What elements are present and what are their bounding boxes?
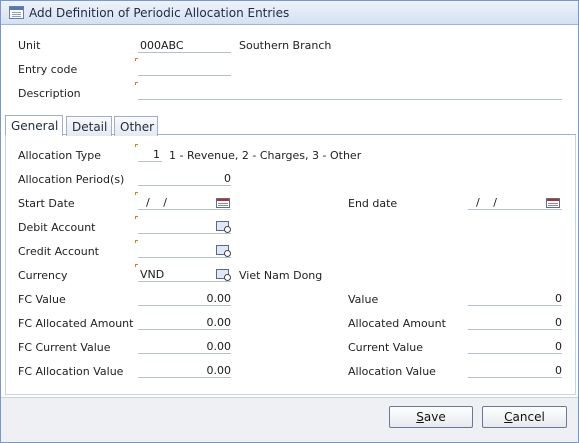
calendar-icon[interactable] [216,198,230,208]
end-date-label: End date [348,197,398,210]
allocation-type-field[interactable]: 1 [138,148,162,162]
required-marker [135,240,138,243]
current-value-label: Current Value [348,341,424,354]
fc-allocation-value-field[interactable]: 0.00 [138,364,231,378]
current-value-value: 0 [555,340,562,353]
allocation-value-label: Allocation Value [348,365,436,378]
allocated-amount-field[interactable]: 0 [468,316,562,330]
value-value: 0 [555,292,562,305]
start-date-value: / / [146,196,172,209]
save-accel: S [416,410,424,424]
unit-label: Unit [18,39,41,52]
allocation-periods-label: Allocation Period(s) [18,173,125,186]
required-marker [135,58,138,61]
fc-value-field[interactable]: 0.00 [138,292,231,306]
cancel-rest: ancel [512,410,545,424]
allocation-type-label: Allocation Type [18,149,101,162]
allocation-value-field[interactable]: 0 [468,364,562,378]
button-bar: Save Cancel [1,397,578,442]
description-label: Description [18,87,81,100]
lookup-icon[interactable] [216,221,231,233]
unit-value: 000ABC [140,39,184,52]
value-field[interactable]: 0 [468,292,562,306]
start-date-label: Start Date [18,197,75,210]
unit-name: Southern Branch [239,39,332,52]
value-label: Value [348,293,379,306]
description-field[interactable] [138,86,562,100]
fc-current-value-field[interactable]: 0.00 [138,340,231,354]
allocation-type-hint: 1 - Revenue, 2 - Charges, 3 - Other [169,149,362,162]
title-bar: Add Definition of Periodic Allocation En… [1,1,578,25]
allocation-value-value: 0 [555,364,562,377]
fc-allocated-amount-label: FC Allocated Amount [18,317,134,330]
allocation-periods-value: 0 [224,172,231,185]
fc-current-value-label: FC Current Value [18,341,111,354]
fc-allocation-value-value: 0.00 [206,364,232,377]
current-value-field[interactable]: 0 [468,340,562,354]
tab-bar: General Detail Other [5,115,576,136]
fc-allocated-amount-value: 0.00 [206,316,232,329]
allocation-periods-field[interactable]: 0 [138,172,231,186]
currency-value: VND [140,268,165,281]
fc-value-label: FC Value [18,293,66,306]
form-icon [9,6,24,19]
entry-code-field[interactable] [138,62,231,76]
credit-account-label: Credit Account [18,245,99,258]
dialog-window: Add Definition of Periodic Allocation En… [0,0,579,443]
fc-allocation-value-label: FC Allocation Value [18,365,124,378]
lookup-icon[interactable] [216,245,231,257]
required-marker [135,82,138,85]
save-button[interactable]: Save [389,406,473,428]
cancel-button[interactable]: Cancel [482,406,567,428]
window-title: Add Definition of Periodic Allocation En… [29,6,290,20]
required-marker [135,144,138,147]
unit-field[interactable]: 000ABC [138,39,231,53]
currency-name: Viet Nam Dong [239,269,323,282]
calendar-icon[interactable] [546,198,560,208]
required-marker [135,216,138,219]
allocated-amount-value: 0 [555,316,562,329]
end-date-value: / / [476,196,502,209]
fc-value-value: 0.00 [206,292,232,305]
currency-label: Currency [18,269,68,282]
cancel-accel: C [504,410,513,424]
fc-allocated-amount-field[interactable]: 0.00 [138,316,231,330]
debit-account-label: Debit Account [18,221,96,234]
tab-detail[interactable]: Detail [66,116,112,136]
entry-code-label: Entry code [18,63,78,76]
allocated-amount-label: Allocated Amount [348,317,446,330]
lookup-icon[interactable] [216,269,231,281]
tab-other[interactable]: Other [114,116,158,136]
tab-general[interactable]: General [5,115,63,136]
allocation-type-value: 1 [153,148,160,161]
required-marker [135,264,138,267]
save-rest: ave [423,410,446,424]
required-marker [135,192,138,195]
fc-current-value-value: 0.00 [206,340,232,353]
